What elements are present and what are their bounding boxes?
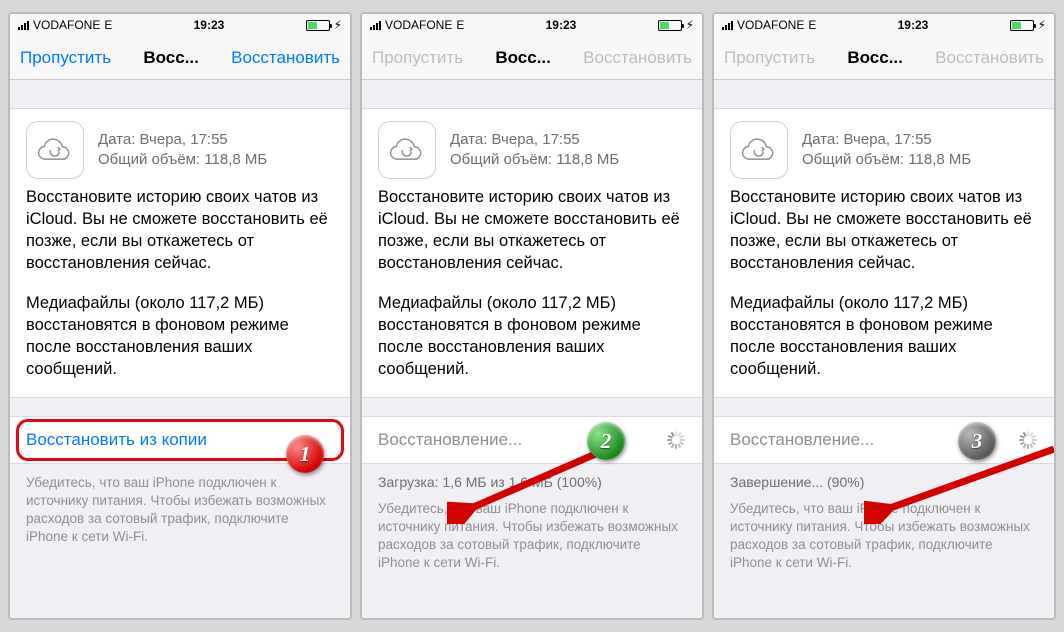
- backup-cloud-icon: [26, 121, 84, 179]
- skip-button[interactable]: Пропустить: [20, 48, 111, 68]
- clock: 19:23: [898, 18, 929, 32]
- charging-icon: ⚡︎: [1038, 18, 1046, 32]
- restore-button: Восстановить: [935, 48, 1044, 68]
- spinner-icon: [666, 430, 686, 450]
- carrier-label: VODAFONE: [385, 18, 452, 32]
- carrier-label: VODAFONE: [737, 18, 804, 32]
- battery-icon: [1010, 20, 1034, 31]
- finishing-progress: Завершение... (90%): [714, 464, 1054, 490]
- mobile-net-label: E: [456, 18, 464, 32]
- phone-screen-1: VODAFONE E 19:23 ⚡︎ Пропустить Восс... В…: [8, 12, 352, 620]
- info-paragraph-2: Медиафайлы (около 117,2 МБ) восстановятс…: [26, 293, 334, 381]
- info-paragraph-1: Восстановите историю своих чатов из iClo…: [730, 187, 1038, 275]
- backup-date: Дата: Вчера, 17:55: [802, 130, 971, 150]
- signal-icon: [370, 20, 381, 30]
- nav-title: Восс...: [495, 48, 551, 68]
- status-bar: VODAFONE E 19:23 ⚡︎: [362, 14, 702, 36]
- mobile-net-label: E: [104, 18, 112, 32]
- footer-note: Убедитесь, что ваш iPhone подключен к ис…: [714, 490, 1054, 573]
- backup-cloud-icon: [730, 121, 788, 179]
- download-progress: Загрузка: 1,6 МБ из 1,6 МБ (100%): [362, 464, 702, 490]
- signal-icon: [18, 20, 29, 30]
- content: Дата: Вчера, 17:55 Общий объём: 118,8 МБ…: [10, 80, 350, 618]
- restoring-row: Восстановление...: [362, 416, 702, 464]
- footer-note: Убедитесь, что ваш iPhone подключен к ис…: [10, 464, 350, 547]
- info-paragraph-1: Восстановите историю своих чатов из iClo…: [26, 187, 334, 275]
- restoring-label: Восстановление...: [378, 430, 522, 450]
- spinner-icon: [1018, 430, 1038, 450]
- info-paragraph-1: Восстановите историю своих чатов из iClo…: [378, 187, 686, 275]
- status-bar: VODAFONE E 19:23 ⚡︎: [10, 14, 350, 36]
- skip-button: Пропустить: [724, 48, 815, 68]
- restoring-label: Восстановление...: [730, 430, 874, 450]
- mobile-net-label: E: [808, 18, 816, 32]
- backup-size: Общий объём: 118,8 МБ: [98, 150, 267, 170]
- phone-screen-3: VODAFONE E 19:23 ⚡︎ Пропустить Восс... В…: [712, 12, 1056, 620]
- restore-button[interactable]: Восстановить: [231, 48, 340, 68]
- backup-date: Дата: Вчера, 17:55: [450, 130, 619, 150]
- battery-icon: [658, 20, 682, 31]
- info-paragraph-2: Медиафайлы (около 117,2 МБ) восстановятс…: [378, 293, 686, 381]
- step-badge-1: 1: [286, 435, 324, 473]
- nav-bar: Пропустить Восс... Восстановить: [362, 36, 702, 80]
- backup-cloud-icon: [378, 121, 436, 179]
- step-badge-3: 3: [958, 422, 996, 460]
- nav-title: Восс...: [847, 48, 903, 68]
- backup-date: Дата: Вчера, 17:55: [98, 130, 267, 150]
- status-bar: VODAFONE E 19:23 ⚡︎: [714, 14, 1054, 36]
- restore-from-copy-label: Восстановить из копии: [26, 430, 207, 450]
- nav-bar: Пропустить Восс... Восстановить: [714, 36, 1054, 80]
- signal-icon: [722, 20, 733, 30]
- step-badge-2: 2: [587, 422, 625, 460]
- restoring-row: Восстановление...: [714, 416, 1054, 464]
- nav-bar: Пропустить Восс... Восстановить: [10, 36, 350, 80]
- clock: 19:23: [194, 18, 225, 32]
- nav-title: Восс...: [143, 48, 199, 68]
- battery-icon: [306, 20, 330, 31]
- clock: 19:23: [546, 18, 577, 32]
- content: Дата: Вчера, 17:55 Общий объём: 118,8 МБ…: [714, 80, 1054, 618]
- info-paragraph-2: Медиафайлы (около 117,2 МБ) восстановятс…: [730, 293, 1038, 381]
- footer-note: Убедитесь, что ваш iPhone подключен к ис…: [362, 490, 702, 573]
- content: Дата: Вчера, 17:55 Общий объём: 118,8 МБ…: [362, 80, 702, 618]
- charging-icon: ⚡︎: [334, 18, 342, 32]
- phone-screen-2: VODAFONE E 19:23 ⚡︎ Пропустить Восс... В…: [360, 12, 704, 620]
- skip-button: Пропустить: [372, 48, 463, 68]
- carrier-label: VODAFONE: [33, 18, 100, 32]
- backup-size: Общий объём: 118,8 МБ: [802, 150, 971, 170]
- restore-button: Восстановить: [583, 48, 692, 68]
- charging-icon: ⚡︎: [686, 18, 694, 32]
- backup-size: Общий объём: 118,8 МБ: [450, 150, 619, 170]
